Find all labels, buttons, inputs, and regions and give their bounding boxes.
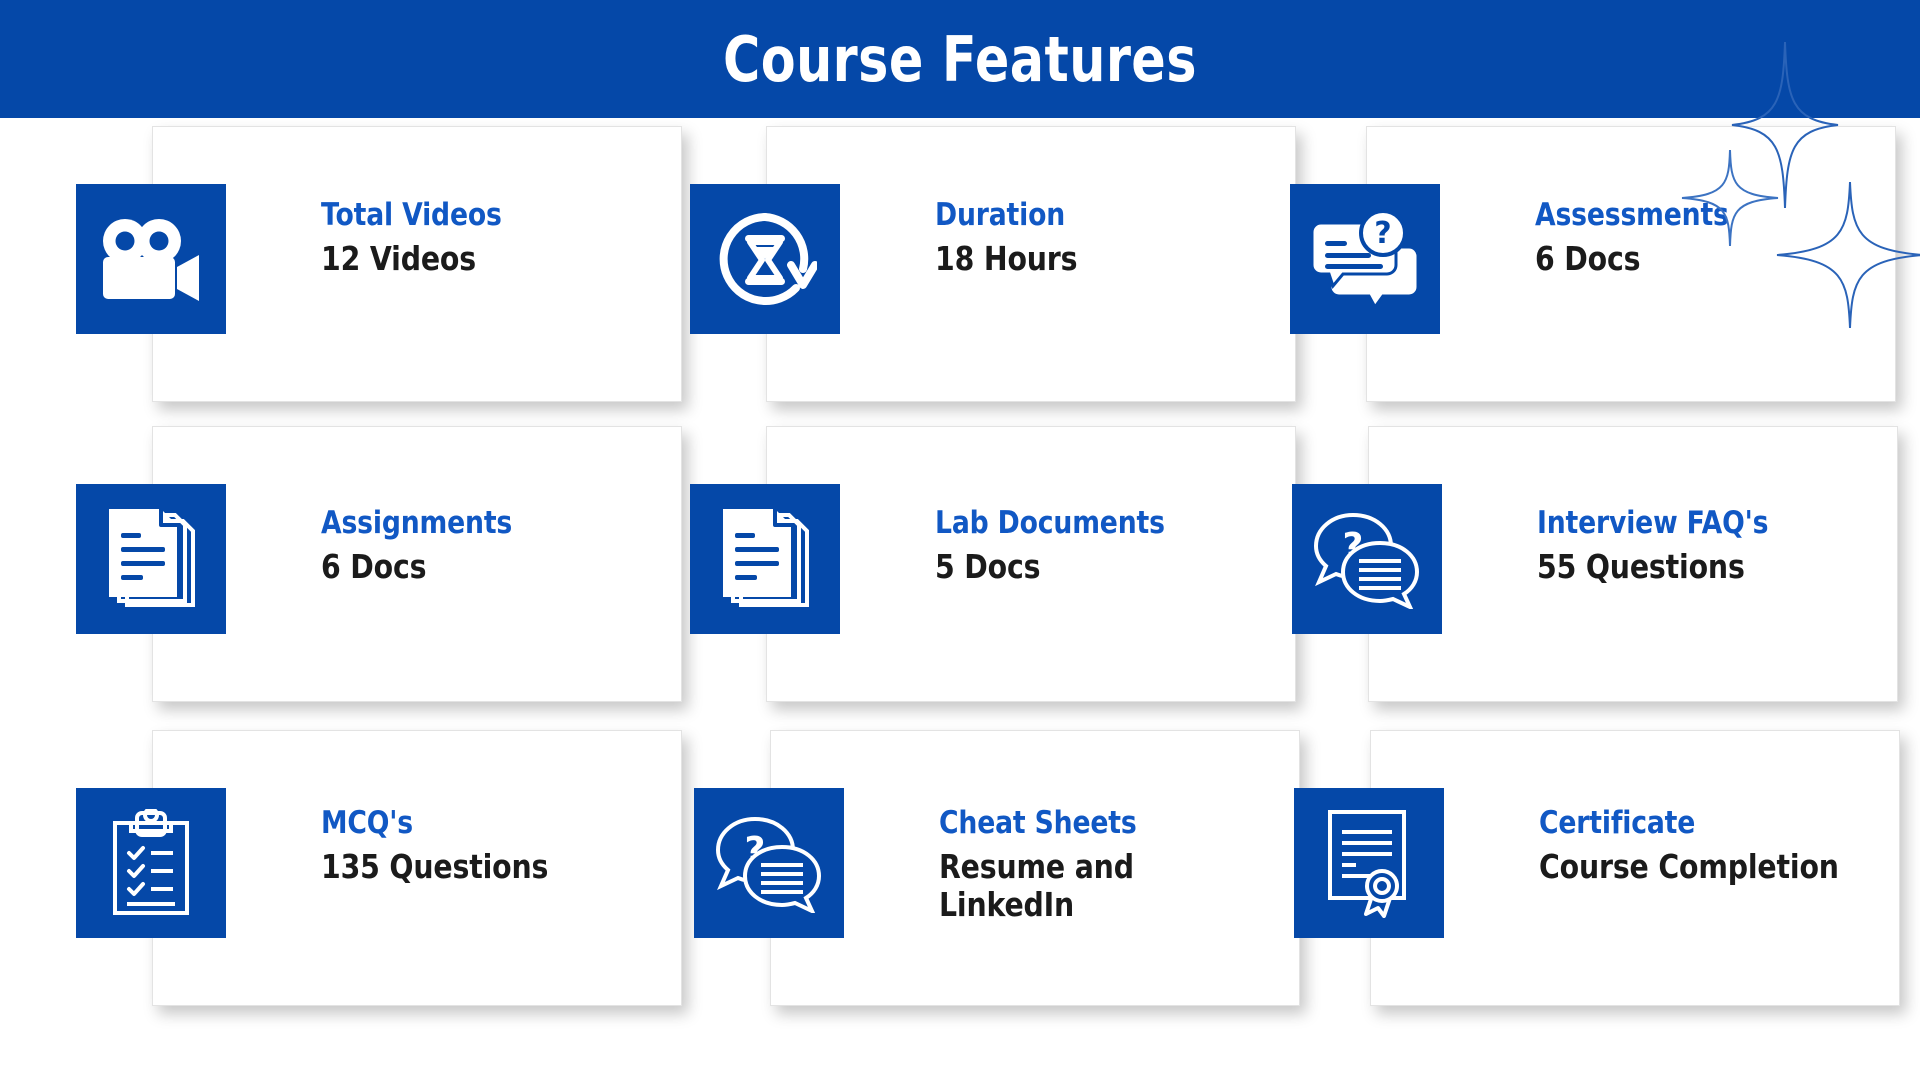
hourglass-duration-icon [690,184,840,334]
feature-card-text: Interview FAQ's 55 Questions [1537,426,1907,702]
clipboard-checklist-icon [76,788,226,938]
chat-bubbles-faq-icon: ? [1292,484,1442,634]
slide-root: Course Features Total Videos 12 Videos D… [0,0,1920,1080]
feature-card-slot: ? Assessments 6 Docs [1290,126,1896,402]
feature-card-grid: Total Videos 12 Videos Duration 18 Hours… [0,118,1920,1080]
feature-card-value: 18 Hours [935,238,1078,278]
feature-card-slot: Total Videos 12 Videos [76,126,682,402]
feature-card-title: MCQ's [321,805,413,841]
feature-card-text: Duration 18 Hours [935,126,1305,402]
card-row: Assignments 6 Docs Lab Documents 5 Docs … [0,426,1920,726]
feature-card-text: Certificate Course Completion [1539,730,1909,1006]
document-stack-icon [76,484,226,634]
feature-card-slot: Certificate Course Completion [1294,730,1900,1006]
feature-card-value: 55 Questions [1537,546,1745,586]
feature-card-title: Lab Documents [935,505,1165,541]
feature-card-value: 6 Docs [1535,238,1641,278]
feature-card-text: Cheat Sheets Resume and LinkedIn [939,730,1309,1006]
feature-card-value: 6 Docs [321,546,427,586]
feature-card-slot: ? Cheat Sheets Resume and LinkedIn [694,730,1300,1006]
feature-card-text: MCQ's 135 Questions [321,730,691,1006]
feature-card-slot: Duration 18 Hours [690,126,1296,402]
card-row: MCQ's 135 Questions ? Cheat Sheets Resum… [0,730,1920,1030]
slide-header: Course Features [0,0,1920,118]
feature-card-text: Assessments 6 Docs [1535,126,1905,402]
feature-card-title: Cheat Sheets [939,805,1137,841]
feature-card-text: Lab Documents 5 Docs [935,426,1305,702]
feature-card-slot: ? Interview FAQ's 55 Questions [1292,426,1898,702]
chat-question-assessment-icon: ? [1290,184,1440,334]
feature-card-text: Total Videos 12 Videos [321,126,691,402]
feature-card-title: Total Videos [321,197,502,233]
feature-card-value: 12 Videos [321,238,476,278]
svg-text:?: ? [1374,216,1391,251]
document-stack-icon [690,484,840,634]
page-title: Course Features [723,22,1197,96]
feature-card-value: Resume and LinkedIn [939,846,1134,925]
feature-card-title: Interview FAQ's [1537,505,1769,541]
feature-card-title: Assessments [1535,197,1729,233]
video-camera-icon [76,184,226,334]
certificate-ribbon-icon [1294,788,1444,938]
feature-card-text: Assignments 6 Docs [321,426,691,702]
chat-bubbles-faq-icon: ? [694,788,844,938]
feature-card-title: Assignments [321,505,513,541]
feature-card-slot: MCQ's 135 Questions [76,730,682,1006]
feature-card-value: 5 Docs [935,546,1041,586]
feature-card-value: Course Completion [1539,846,1839,886]
feature-card-slot: Lab Documents 5 Docs [690,426,1296,702]
card-row: Total Videos 12 Videos Duration 18 Hours… [0,126,1920,426]
feature-card-value: 135 Questions [321,846,549,886]
feature-card-title: Certificate [1539,805,1696,841]
feature-card-slot: Assignments 6 Docs [76,426,682,702]
feature-card-title: Duration [935,197,1066,233]
